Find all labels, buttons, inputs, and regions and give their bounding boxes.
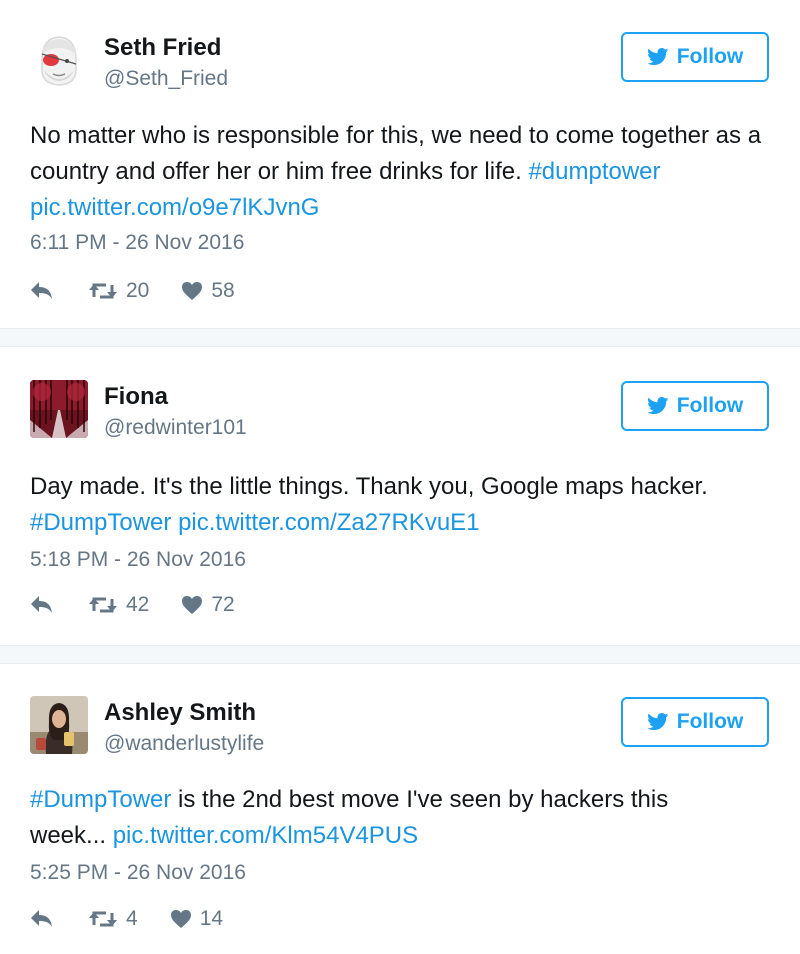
retweet-count: 4 (126, 907, 138, 930)
user-handle[interactable]: @Seth_Fried (104, 67, 228, 91)
twitter-bird-icon (646, 397, 669, 415)
like-count: 72 (211, 593, 235, 616)
tweet-text: No matter who is responsible for this, w… (30, 118, 780, 226)
twitter-bird-icon (646, 713, 669, 731)
tweet-card: Fiona @redwinter101 Follow Day made. It'… (0, 347, 800, 645)
reply-button[interactable] (30, 595, 54, 615)
like-count: 58 (211, 279, 235, 302)
follow-label: Follow (676, 45, 744, 68)
retweet-icon (89, 911, 117, 927)
reply-icon (31, 910, 52, 927)
tweet-feed: Seth Fried @Seth_Fried Follow No matter … (0, 0, 800, 954)
tweet-divider (0, 328, 800, 347)
retweet-icon (89, 283, 117, 299)
tweet-divider (0, 645, 800, 664)
display-name[interactable]: Ashley Smith (104, 699, 256, 727)
avatar[interactable] (30, 696, 88, 754)
avatar[interactable] (30, 380, 88, 438)
user-handle[interactable]: @wanderlustylife (104, 732, 264, 756)
media-link[interactable]: pic.twitter.com/Za27RKvuE1 (178, 509, 479, 536)
timestamp[interactable]: 6:11 PM - 26 Nov 2016 (30, 231, 244, 255)
reply-icon (31, 282, 52, 299)
reply-button[interactable] (30, 281, 54, 301)
display-name[interactable]: Fiona (104, 383, 168, 411)
action-bar: 20 58 (30, 276, 235, 306)
woman-photo (30, 696, 88, 754)
tweet-card: Ashley Smith @wanderlustylife Follow #Du… (0, 664, 800, 954)
retweet-button[interactable]: 42 (88, 593, 149, 617)
timestamp[interactable]: 5:18 PM - 26 Nov 2016 (30, 548, 246, 572)
heart-icon (182, 282, 203, 300)
follow-label: Follow (676, 710, 744, 733)
tweet-text: Day made. It's the little things. Thank … (30, 469, 780, 541)
like-button[interactable]: 58 (181, 279, 235, 303)
hashtag-link[interactable]: #dumptower (528, 158, 660, 185)
follow-button[interactable]: Follow (621, 32, 769, 82)
tweet-card: Seth Fried @Seth_Fried Follow No matter … (0, 0, 800, 328)
action-bar: 4 14 (30, 904, 223, 934)
reply-button[interactable] (30, 909, 54, 929)
follow-button[interactable]: Follow (621, 697, 769, 747)
display-name[interactable]: Seth Fried (104, 34, 221, 62)
heart-icon (170, 910, 191, 928)
retweet-button[interactable]: 20 (88, 279, 149, 303)
hashtag-link[interactable]: #DumpTower (30, 786, 171, 813)
avatar[interactable] (30, 30, 88, 88)
timestamp[interactable]: 5:25 PM - 26 Nov 2016 (30, 861, 246, 885)
heart-icon (182, 596, 203, 614)
follow-button[interactable]: Follow (621, 381, 769, 431)
action-bar: 42 72 (30, 590, 235, 620)
user-handle[interactable]: @redwinter101 (104, 416, 247, 440)
like-count: 14 (199, 907, 224, 930)
tweet-text: #DumpTower is the 2nd best move I've see… (30, 782, 730, 854)
eyepatch-face-icon (30, 30, 88, 88)
follow-label: Follow (676, 394, 744, 417)
like-button[interactable]: 14 (170, 907, 223, 931)
media-link[interactable]: pic.twitter.com/Klm54V4PUS (113, 822, 418, 849)
hashtag-link[interactable]: #DumpTower (30, 509, 171, 536)
retweet-button[interactable]: 4 (88, 907, 138, 931)
retweet-icon (89, 597, 117, 613)
retweet-count: 20 (126, 279, 150, 302)
like-button[interactable]: 72 (181, 593, 235, 617)
retweet-count: 42 (126, 593, 150, 616)
twitter-bird-icon (646, 48, 669, 66)
reply-icon (31, 596, 52, 613)
media-link[interactable]: pic.twitter.com/o9e7lKJvnG (30, 194, 319, 221)
tweet-text-body: Day made. It's the little things. Thank … (30, 473, 708, 500)
red-forest-photo (30, 380, 88, 438)
